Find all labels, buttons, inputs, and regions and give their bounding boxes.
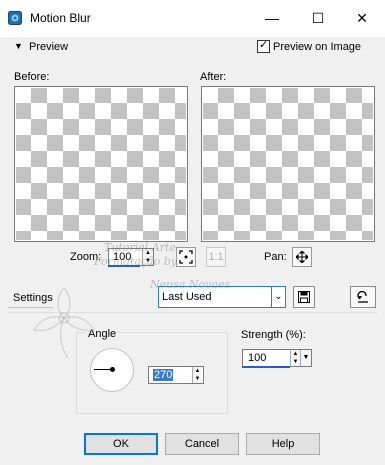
close-button[interactable]: ✕ bbox=[352, 9, 372, 27]
actual-size-button[interactable]: 1:1 bbox=[206, 247, 226, 267]
checkmark-icon: ✓ bbox=[259, 39, 269, 51]
ok-button[interactable]: OK bbox=[84, 433, 158, 455]
divider bbox=[8, 312, 377, 313]
preset-dropdown[interactable]: Last Used ⌄ bbox=[158, 286, 286, 308]
angle-value: 270 bbox=[153, 369, 174, 381]
after-label: After: bbox=[200, 71, 227, 83]
before-preview-pane[interactable] bbox=[14, 86, 188, 242]
strength-slider[interactable] bbox=[242, 366, 290, 368]
strength-dropdown-arrow[interactable]: ▼ bbox=[300, 350, 311, 366]
strength-value: 100 bbox=[248, 352, 267, 364]
save-preset-button[interactable] bbox=[293, 286, 315, 308]
chevron-down-icon[interactable]: ⌄ bbox=[271, 287, 285, 307]
reset-icon bbox=[357, 290, 368, 303]
zoom-label: Zoom: bbox=[70, 251, 102, 263]
reset-button[interactable] bbox=[350, 286, 376, 308]
app-icon bbox=[8, 11, 22, 25]
angle-spinner[interactable]: ▲ ▼ bbox=[192, 367, 202, 383]
pan-label: Pan: bbox=[264, 251, 287, 263]
strength-input[interactable]: 100 ▲ ▼ ▼ bbox=[242, 349, 312, 367]
angle-input[interactable]: 270 ▲ ▼ bbox=[148, 366, 204, 384]
move-icon bbox=[295, 250, 309, 264]
preview-on-image-label[interactable]: Preview on Image bbox=[273, 41, 361, 53]
collapse-arrow-icon[interactable]: ▼ bbox=[14, 41, 23, 51]
zoom-input[interactable]: 100 ▲ ▼ bbox=[108, 248, 154, 266]
help-button[interactable]: Help bbox=[246, 433, 320, 455]
preview-on-image-checkbox[interactable]: ✓ bbox=[257, 39, 270, 53]
zoom-slider[interactable] bbox=[108, 265, 140, 267]
preview-section-label[interactable]: Preview bbox=[29, 41, 68, 53]
after-preview-pane[interactable] bbox=[201, 86, 375, 242]
window-title: Motion Blur bbox=[30, 11, 91, 25]
strength-spinner[interactable]: ▲ ▼ bbox=[290, 350, 300, 366]
before-label: Before: bbox=[14, 71, 50, 83]
strength-label: Strength (%): bbox=[241, 329, 306, 341]
preset-value: Last Used bbox=[162, 291, 212, 303]
zoom-value: 100 bbox=[113, 251, 132, 263]
cancel-button[interactable]: Cancel bbox=[165, 433, 239, 455]
pan-button[interactable] bbox=[292, 247, 312, 267]
minimize-button[interactable]: — bbox=[262, 9, 282, 27]
fit-button[interactable] bbox=[176, 247, 196, 267]
save-icon bbox=[298, 291, 310, 303]
angle-label: Angle bbox=[86, 328, 119, 340]
settings-label: Settings bbox=[13, 292, 53, 304]
fit-icon bbox=[179, 250, 193, 264]
maximize-button[interactable]: ☐ bbox=[308, 9, 328, 27]
zoom-spinner[interactable]: ▲ ▼ bbox=[142, 249, 153, 265]
angle-dial[interactable] bbox=[90, 348, 134, 392]
